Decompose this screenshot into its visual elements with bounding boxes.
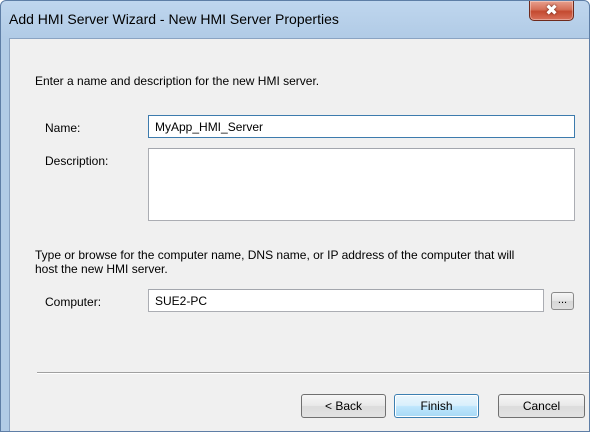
- back-button[interactable]: < Back: [301, 394, 386, 418]
- computer-field[interactable]: [148, 289, 544, 312]
- close-icon: ✖: [545, 2, 558, 19]
- window-title: Add HMI Server Wizard - New HMI Server P…: [9, 11, 339, 27]
- computer-hint-line-2: host the new HMI server.: [35, 262, 168, 276]
- intro-text: Enter a name and description for the new…: [35, 74, 320, 88]
- browse-computer-button[interactable]: ...: [551, 292, 574, 310]
- name-label: Name:: [45, 121, 81, 135]
- ellipsis-icon: ...: [557, 294, 568, 306]
- cancel-button[interactable]: Cancel: [498, 394, 585, 418]
- wizard-page: Enter a name and description for the new…: [9, 38, 589, 431]
- footer-separator: [37, 372, 589, 374]
- description-field[interactable]: [148, 148, 575, 221]
- description-label: Description:: [45, 154, 109, 168]
- wizard-window: Add HMI Server Wizard - New HMI Server P…: [0, 0, 590, 432]
- name-field[interactable]: [148, 115, 575, 138]
- title-bar[interactable]: Add HMI Server Wizard - New HMI Server P…: [1, 1, 589, 37]
- computer-hint-line-1: Type or browse for the computer name, DN…: [35, 248, 515, 262]
- close-button[interactable]: ✖: [529, 1, 574, 21]
- finish-button[interactable]: Finish: [394, 394, 479, 418]
- computer-label: Computer:: [45, 295, 102, 309]
